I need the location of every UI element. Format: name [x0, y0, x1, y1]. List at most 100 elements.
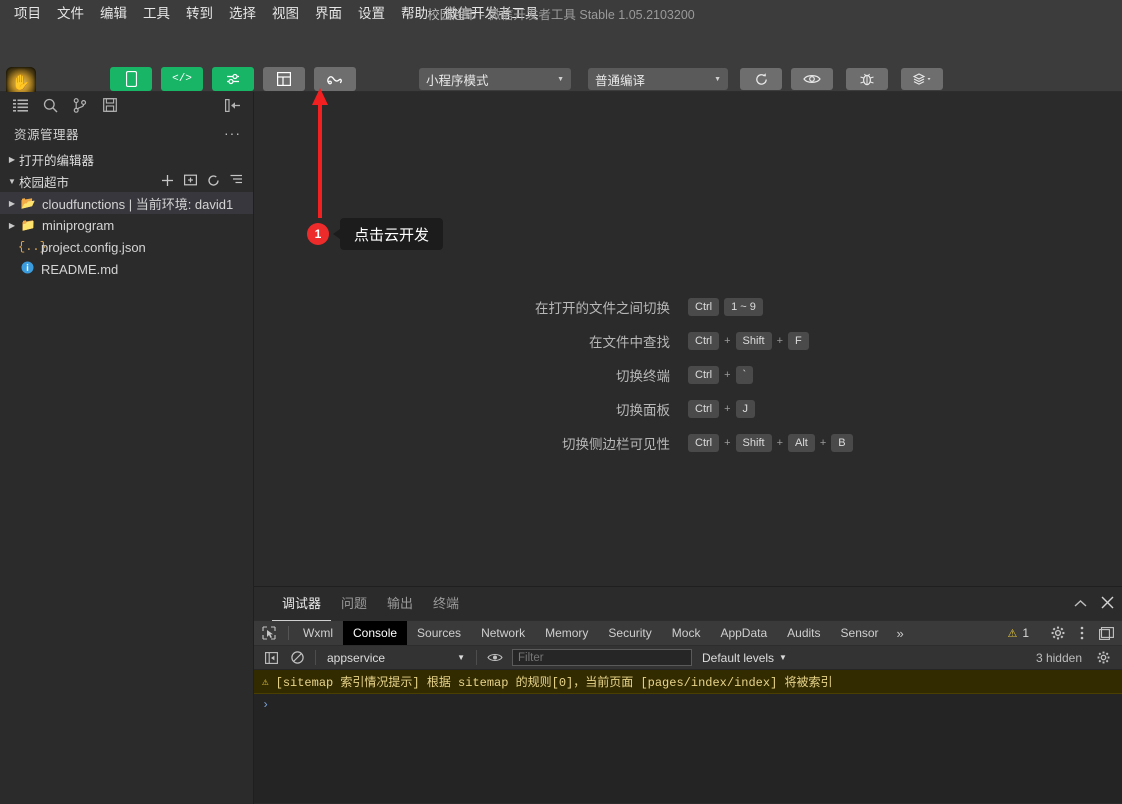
key-cap: `	[735, 366, 754, 384]
menu-item-settings[interactable]: 设置	[350, 3, 393, 25]
explorer-icon[interactable]	[6, 94, 34, 116]
cloud-dev-icon	[314, 67, 356, 91]
console-message-text: [sitemap 索引情况提示] 根据 sitemap 的规则[0]，当前页面 …	[275, 676, 833, 690]
search-icon[interactable]	[36, 94, 64, 116]
mode-select-value: 小程序模式	[426, 73, 489, 88]
new-file-icon[interactable]	[161, 174, 174, 189]
json-icon: {..}	[18, 240, 47, 254]
menu-item-goto[interactable]: 转到	[178, 3, 221, 25]
key-separator: +	[776, 437, 783, 449]
new-folder-icon[interactable]	[184, 174, 198, 189]
key-cap: Shift	[735, 332, 772, 350]
menu-item-project[interactable]: 项目	[6, 3, 49, 25]
panel-tab-bar: 调试器 问题 输出 终端	[254, 586, 1122, 621]
devtools-tab-security[interactable]: Security	[598, 621, 661, 645]
chevron-down-icon: ▼	[779, 653, 787, 662]
tree-item-project-config[interactable]: {..} project.config.json	[0, 236, 253, 258]
warning-count-value: 1	[1022, 626, 1029, 640]
warning-triangle-icon: ⚠	[262, 676, 269, 689]
console-settings-gear-icon[interactable]	[1090, 651, 1116, 664]
mode-select[interactable]: 小程序模式 ▼	[419, 68, 571, 90]
compile-select-value: 普通编译	[595, 73, 646, 88]
console-message-warning[interactable]: ⚠ [sitemap 索引情况提示] 根据 sitemap 的规则[0]，当前页…	[254, 670, 1122, 694]
menu-item-ui[interactable]: 界面	[307, 3, 350, 25]
console-levels-value: Default levels	[702, 650, 775, 665]
tree-item-cloudfunctions[interactable]: ▶ 📂 cloudfunctions | 当前环境: david1	[0, 192, 253, 214]
key-cap: Ctrl	[688, 400, 720, 418]
save-icon[interactable]	[96, 94, 124, 116]
annotation-bubble: 点击云开发	[332, 218, 444, 250]
section-open-editors[interactable]: ▶ 打开的编辑器	[0, 148, 253, 170]
menu-item-select[interactable]: 选择	[221, 3, 264, 25]
warning-count-badge[interactable]: ⚠ 1	[999, 626, 1037, 640]
section-open-editors-label: 打开的编辑器	[19, 153, 95, 168]
devtools-tab-bar: Wxml Console Sources Network Memory Secu…	[254, 620, 1122, 646]
devtools-tab-sensor[interactable]: Sensor	[831, 621, 889, 645]
menu-item-edit[interactable]: 编辑	[92, 3, 135, 25]
key-cap: Ctrl	[688, 332, 720, 350]
tree-item-readme-label: README.md	[41, 261, 119, 277]
chevron-up-icon[interactable]	[1074, 596, 1087, 611]
panel-tab-terminal[interactable]: 终端	[423, 586, 469, 621]
divider	[288, 626, 289, 640]
shortcut-row-find-in-files: 在文件中查找 Ctrl + Shift + F	[254, 331, 1122, 351]
devtools-tab-mock[interactable]: Mock	[662, 621, 711, 645]
menu-item-tools[interactable]: 工具	[135, 3, 178, 25]
devtools-tab-memory[interactable]: Memory	[535, 621, 598, 645]
panel-tab-output[interactable]: 输出	[377, 586, 423, 621]
panel-tab-problems[interactable]: 问题	[331, 586, 377, 621]
console-context-value: appservice	[327, 650, 386, 665]
devtools-tab-network[interactable]: Network	[471, 621, 535, 645]
close-icon[interactable]	[1101, 596, 1114, 612]
section-action-group	[161, 174, 253, 189]
console-eye-icon[interactable]	[482, 652, 508, 663]
menu-item-view[interactable]: 视图	[264, 3, 307, 25]
compile-select[interactable]: 普通编译 ▼	[588, 68, 728, 90]
console-levels-select[interactable]: Default levels ▼	[702, 651, 787, 665]
console-toolbar-right: 3 hidden	[1036, 651, 1122, 665]
devtools-tab-appdata[interactable]: AppData	[710, 621, 777, 645]
devtools-tab-console[interactable]: Console	[343, 621, 408, 645]
folder-icon: 📁	[20, 218, 36, 232]
annotation-step-badge: 1	[307, 223, 329, 245]
hand-icon: ✋	[11, 74, 31, 92]
key-separator: +	[724, 335, 731, 347]
refresh-icon[interactable]	[207, 174, 220, 189]
key-separator: +	[724, 437, 731, 449]
devtools-tab-wxml[interactable]: Wxml	[293, 621, 343, 645]
menu-bar: 项目 文件 编辑 工具 转到 选择 视图 界面 设置 帮助 微信开发者工具	[0, 3, 547, 25]
key-cap: J	[735, 400, 756, 418]
tree-item-readme[interactable]: README.md	[0, 258, 253, 280]
dock-side-icon[interactable]	[1094, 626, 1118, 640]
phone-icon	[110, 67, 152, 91]
menu-item-help[interactable]: 帮助	[393, 3, 436, 25]
tree-item-miniprogram[interactable]: ▶ 📁 miniprogram	[0, 214, 253, 236]
console-context-select[interactable]: appservice ▼	[321, 651, 471, 665]
devtools-tab-sources[interactable]: Sources	[407, 621, 471, 645]
key-cap: F	[788, 332, 809, 350]
source-control-icon[interactable]	[66, 94, 94, 116]
key-cap: 1 ~ 9	[724, 298, 763, 316]
clear-console-icon[interactable]	[284, 651, 310, 664]
console-sidebar-toggle-icon[interactable]	[258, 651, 284, 664]
collapse-all-icon[interactable]	[230, 174, 243, 189]
section-project-root[interactable]: ▼ 校园超市	[0, 170, 253, 192]
section-project-root-label: 校园超市	[19, 175, 70, 190]
console-input-line[interactable]: ›	[254, 694, 1122, 716]
shortcut-label: 在打开的文件之间切换	[535, 301, 670, 316]
element-picker-icon[interactable]	[254, 621, 284, 645]
shortcut-keys: Ctrl + J	[688, 400, 948, 418]
menu-item-file[interactable]: 文件	[49, 3, 92, 25]
collapse-sidebar-icon[interactable]	[219, 94, 247, 116]
key-separator: +	[724, 403, 731, 415]
explorer-more-icon[interactable]: ···	[224, 125, 241, 141]
console-filter-input[interactable]	[512, 649, 692, 666]
devtools-tab-audits[interactable]: Audits	[777, 621, 830, 645]
panel-tab-debugger[interactable]: 调试器	[272, 586, 332, 621]
gear-icon[interactable]	[1046, 626, 1070, 640]
markdown-icon	[18, 261, 36, 277]
more-vertical-icon[interactable]	[1070, 626, 1094, 640]
menu-item-wechat-devtools[interactable]: 微信开发者工具	[436, 3, 547, 25]
devtools-more-tabs-icon[interactable]: »	[889, 621, 912, 645]
panel-tool-group	[1074, 587, 1114, 620]
